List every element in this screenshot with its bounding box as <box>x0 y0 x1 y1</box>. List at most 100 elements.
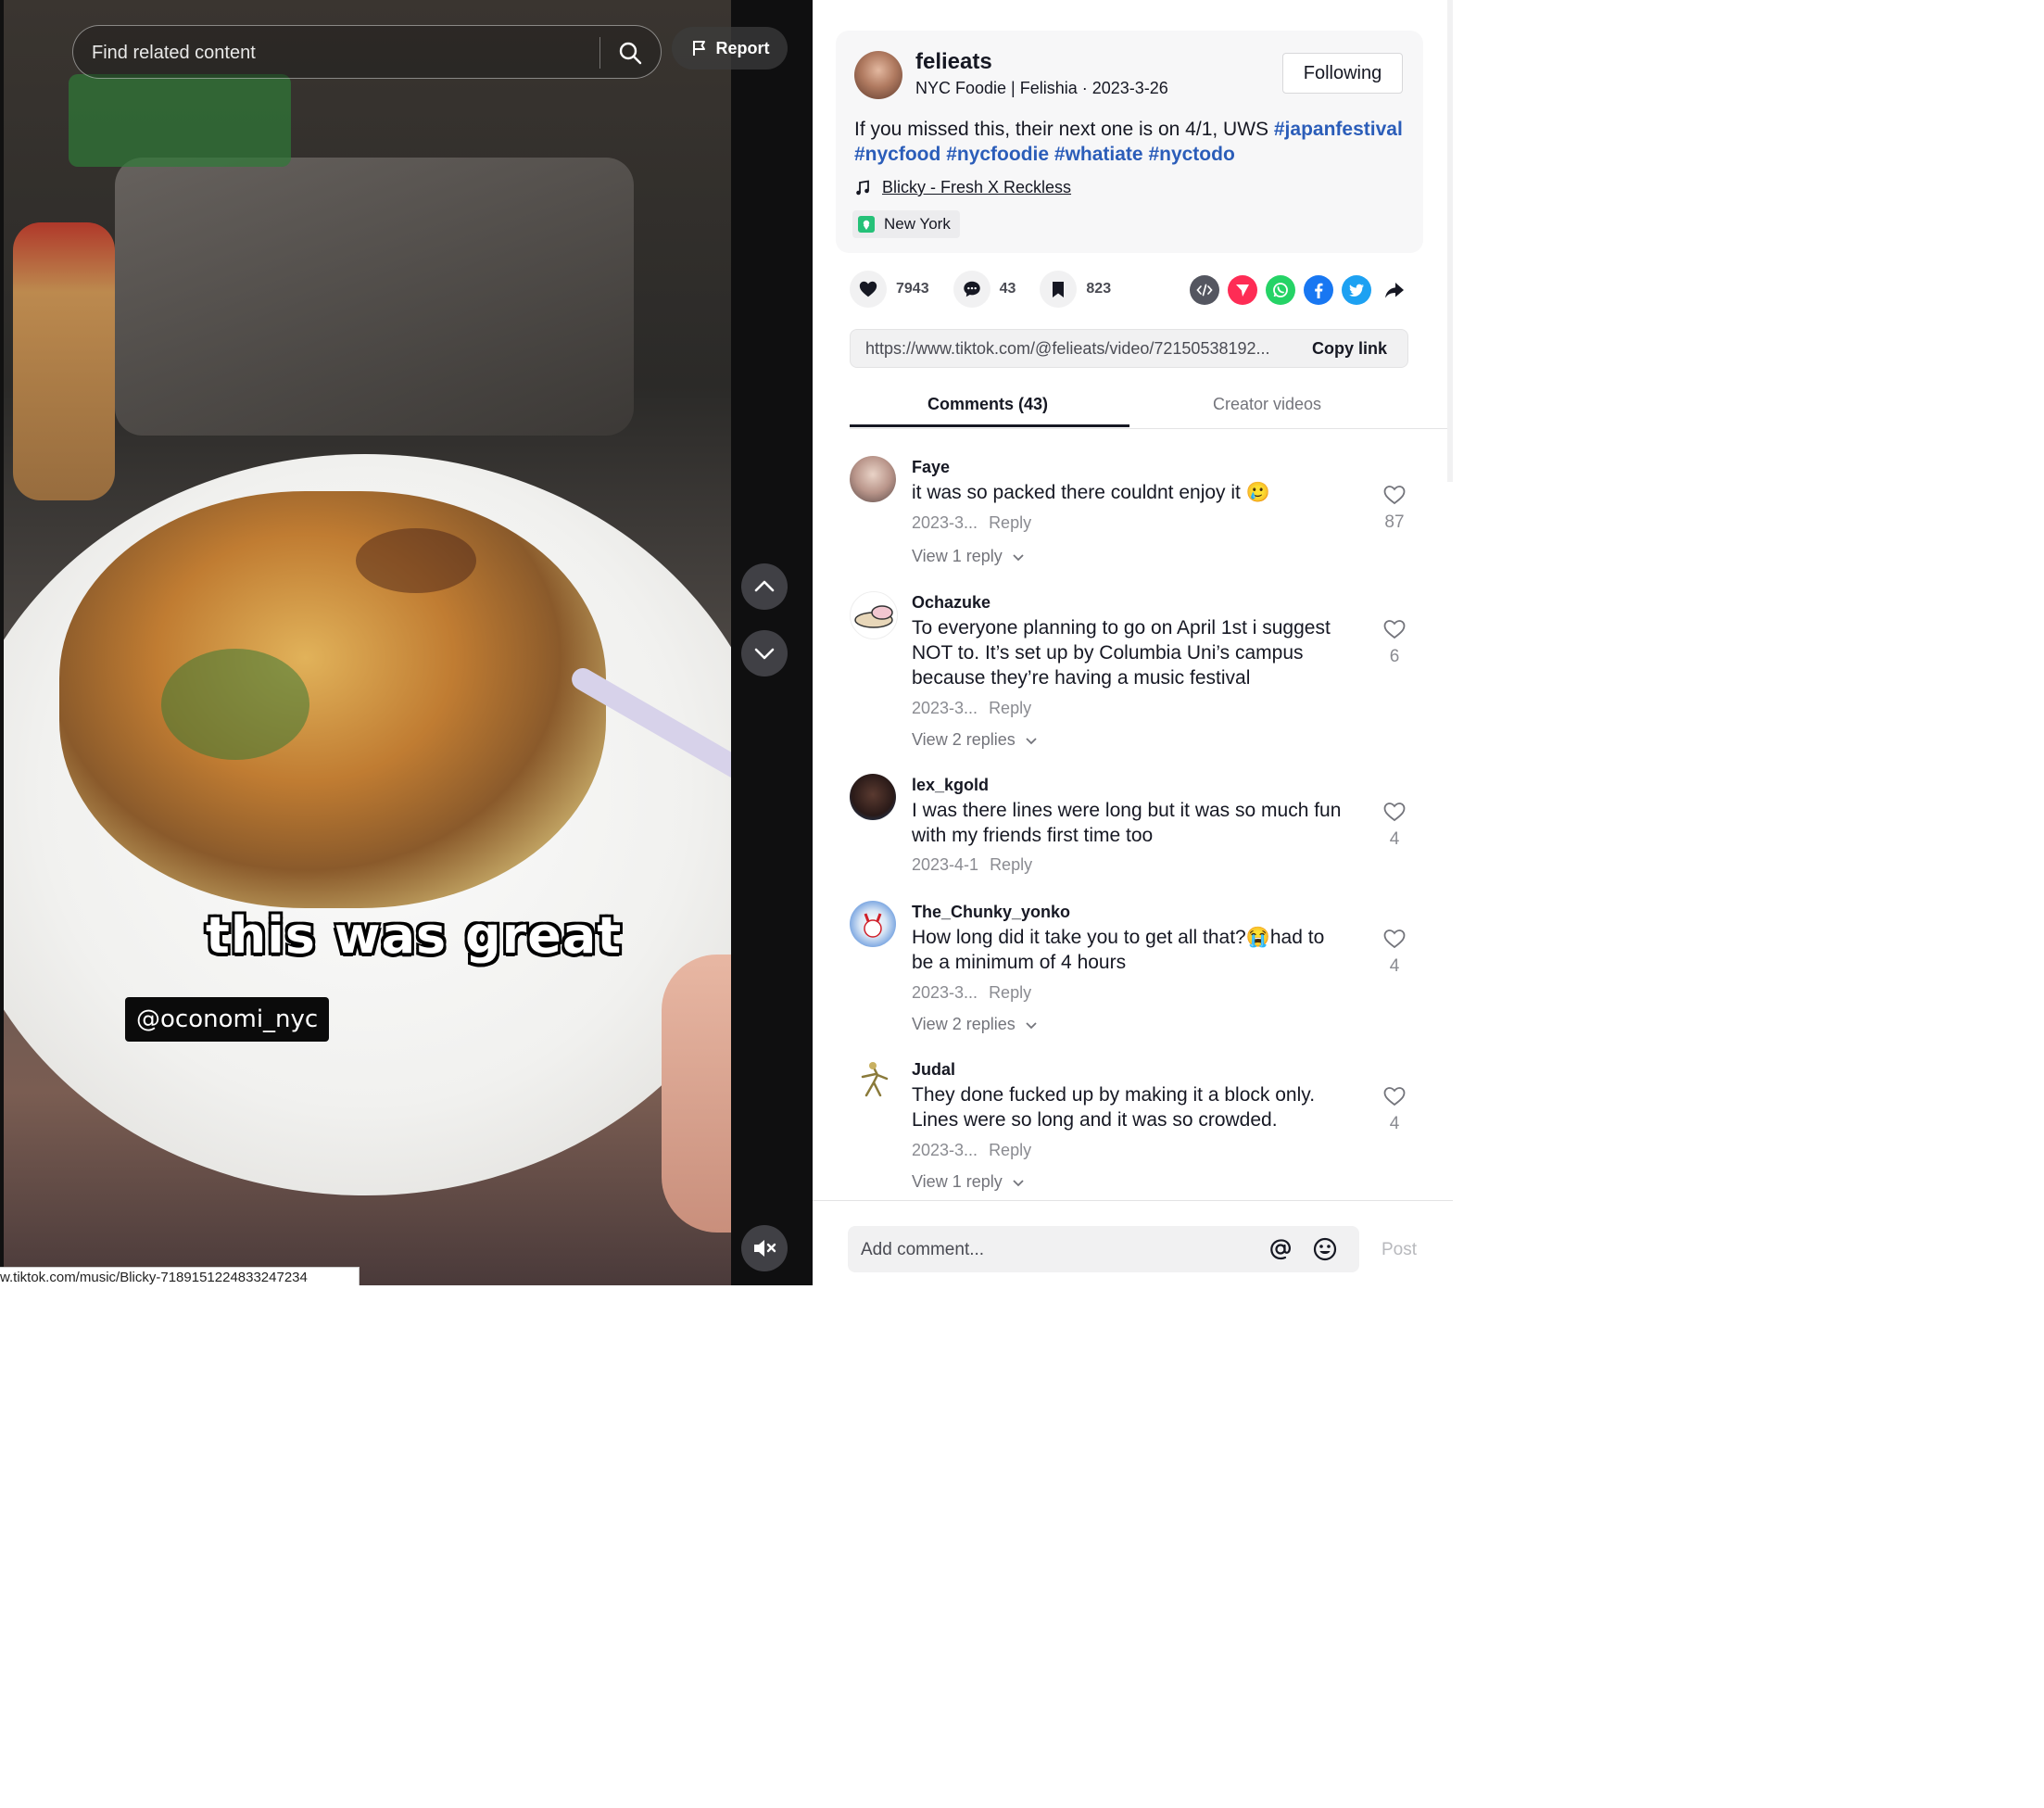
view-replies-label: View 1 reply <box>912 1172 1003 1191</box>
twitter-bird-glyph <box>1349 284 1364 297</box>
comment-button[interactable] <box>953 271 990 308</box>
background-green <box>69 74 291 167</box>
comment-like-button[interactable]: 4 <box>1382 801 1407 850</box>
report-button[interactable]: Report <box>672 27 788 70</box>
view-replies-button[interactable]: View 2 replies <box>912 1015 1038 1034</box>
commenter-username[interactable]: Ochazuke <box>912 593 990 613</box>
search-input[interactable] <box>90 35 594 70</box>
background-bottle <box>13 222 115 500</box>
copy-link-button[interactable]: Copy link <box>1312 339 1387 359</box>
avatar-illustration <box>854 605 893 628</box>
comment-composer: Post <box>813 1200 1453 1286</box>
search-divider <box>599 37 600 69</box>
comment-like-button[interactable]: 87 <box>1382 484 1407 533</box>
post-button[interactable]: Post <box>1382 1240 1417 1260</box>
hashtag-link[interactable]: #nycfoodie <box>946 144 1049 165</box>
view-replies-button[interactable]: View 2 replies <box>912 730 1038 750</box>
view-replies-button[interactable]: View 1 reply <box>912 547 1025 566</box>
reply-button[interactable]: Reply <box>989 983 1031 1002</box>
commenter-username[interactable]: The_Chunky_yonko <box>912 903 1070 922</box>
location-label: New York <box>884 215 951 233</box>
comment-like-count: 4 <box>1389 956 1400 976</box>
commenter-avatar[interactable] <box>850 591 898 639</box>
like-button[interactable] <box>850 271 887 308</box>
hashtag-link[interactable]: #nycfood <box>854 144 940 165</box>
status-bar-url: w.tiktok.com/music/Blicky-71891512248332… <box>0 1267 360 1285</box>
video-player[interactable]: this was great @oconomi_nyc Report w.tik… <box>0 0 813 1285</box>
save-action[interactable]: 823 <box>1040 271 1111 308</box>
comment-input[interactable] <box>859 1234 1252 1266</box>
tab-creator-videos[interactable]: Creator videos <box>1213 395 1321 414</box>
comment-action[interactable]: 43 <box>953 271 1016 308</box>
tab-comments[interactable]: Comments (43) <box>927 395 1048 414</box>
like-action[interactable]: 7943 <box>850 271 929 308</box>
author-subtitle: NYC Foodie | Felishia · 2023-3-26 <box>915 79 1168 97</box>
commenter-username[interactable]: lex_kgold <box>912 776 989 795</box>
commenter-username[interactable]: Judal <box>912 1060 955 1080</box>
search-button[interactable] <box>611 34 650 71</box>
comment-list: Faye it was so packed there couldnt enjo… <box>850 443 1443 1195</box>
save-count: 823 <box>1086 281 1112 297</box>
flag-icon <box>692 41 705 56</box>
comment-like-count: 6 <box>1389 647 1400 666</box>
avatar-illustration <box>864 913 882 938</box>
facebook-icon[interactable] <box>1304 275 1333 305</box>
chevron-down-icon <box>1013 553 1024 561</box>
report-label: Report <box>715 38 770 57</box>
commenter-avatar[interactable] <box>850 1058 896 1105</box>
embed-icon[interactable] <box>1190 275 1219 305</box>
chevron-down-icon <box>1026 1021 1037 1029</box>
commenter-avatar[interactable] <box>850 774 896 820</box>
whatsapp-glyph <box>1273 283 1288 297</box>
video-frame[interactable]: this was great @oconomi_nyc <box>4 0 731 1285</box>
comment-input-box[interactable] <box>848 1226 1359 1272</box>
send-to-friends-icon[interactable] <box>1228 275 1257 305</box>
emoji-button[interactable] <box>1311 1235 1339 1263</box>
comment-like-button[interactable]: 4 <box>1382 928 1407 977</box>
previous-video-button[interactable] <box>741 563 788 610</box>
heart-outline-icon <box>1383 620 1406 639</box>
reply-button[interactable]: Reply <box>990 855 1032 874</box>
hashtag-link[interactable]: #whatiate <box>1054 144 1143 165</box>
commenter-username[interactable]: Faye <box>912 458 950 477</box>
view-replies-button[interactable]: View 1 reply <box>912 1172 1025 1192</box>
at-sign-icon <box>1270 1239 1291 1260</box>
share-arrow-icon[interactable] <box>1380 275 1409 305</box>
comment-text: To everyone planning to go on April 1st … <box>912 617 1331 689</box>
location-chip[interactable]: New York <box>852 210 960 238</box>
food-greens <box>161 649 309 760</box>
comment-date: 2023-3... <box>912 513 978 532</box>
reply-button[interactable]: Reply <box>989 699 1031 717</box>
music-row: Blicky - Fresh X Reckless <box>854 178 1071 197</box>
whatsapp-icon[interactable] <box>1266 275 1295 305</box>
video-link-text[interactable]: https://www.tiktok.com/@felieats/video/7… <box>865 339 1292 359</box>
music-link[interactable]: Blicky - Fresh X Reckless <box>882 178 1071 197</box>
code-glyph <box>1196 284 1213 297</box>
commenter-avatar[interactable] <box>850 456 896 502</box>
hashtag-link[interactable]: #nyctodo <box>1148 144 1234 165</box>
search-bar[interactable] <box>72 25 662 79</box>
video-caption-overlay: this was great <box>206 906 623 965</box>
reply-button[interactable]: Reply <box>989 1141 1031 1159</box>
comment-like-button[interactable]: 4 <box>1382 1085 1407 1134</box>
following-button[interactable]: Following <box>1282 53 1403 94</box>
heart-outline-icon <box>1383 486 1406 505</box>
mute-button[interactable] <box>741 1225 788 1271</box>
scrollbar[interactable] <box>1447 0 1453 482</box>
author-avatar[interactable] <box>854 51 902 99</box>
save-button[interactable] <box>1040 271 1078 308</box>
video-tag-overlay: @oconomi_nyc <box>125 997 330 1042</box>
comment-like-button[interactable]: 6 <box>1382 618 1407 667</box>
mention-button[interactable] <box>1267 1235 1294 1263</box>
twitter-icon[interactable] <box>1342 275 1371 305</box>
author-username[interactable]: felieats <box>915 49 992 75</box>
next-video-button[interactable] <box>741 630 788 676</box>
forward-arrow-glyph <box>1385 283 1404 298</box>
reply-button[interactable]: Reply <box>989 513 1031 532</box>
detail-panel: felieats NYC Foodie | Felishia · 2023-3-… <box>813 0 1453 1286</box>
hashtag-link[interactable]: #japanfestival <box>1274 119 1403 140</box>
facebook-glyph <box>1315 283 1323 298</box>
commenter-avatar[interactable] <box>850 901 896 947</box>
food <box>59 491 606 908</box>
view-replies-label: View 2 replies <box>912 730 1016 749</box>
